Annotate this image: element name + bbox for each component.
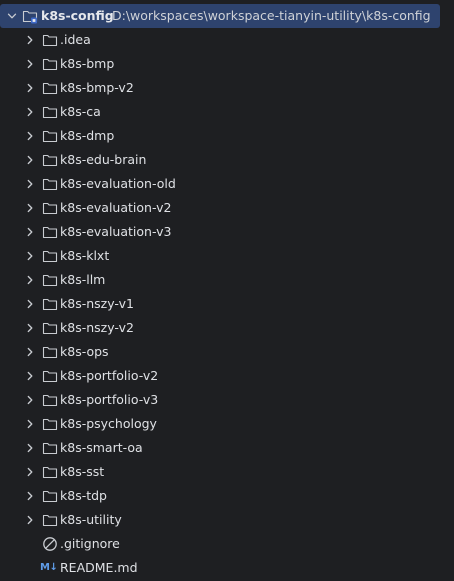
folder-label: k8s-evaluation-v2 — [60, 200, 172, 215]
folder-label: .idea — [60, 32, 91, 47]
tree-folder-row[interactable]: k8s-sst — [0, 460, 454, 484]
chevron-right-icon[interactable] — [24, 346, 36, 358]
folder-icon — [42, 464, 58, 480]
tree-folder-row[interactable]: k8s-evaluation-v2 — [0, 196, 454, 220]
folder-label: k8s-utility — [60, 512, 122, 527]
folder-label: k8s-nszy-v2 — [60, 320, 134, 335]
folder-label: k8s-tdp — [60, 488, 107, 503]
file-label: .gitignore — [60, 536, 120, 551]
tree-folder-row[interactable]: k8s-bmp-v2 — [0, 76, 454, 100]
chevron-right-icon[interactable] — [24, 370, 36, 382]
folder-icon — [42, 320, 58, 336]
chevron-right-icon[interactable] — [24, 34, 36, 46]
file-label: README.md — [60, 560, 138, 575]
tree-folder-row[interactable]: k8s-evaluation-v3 — [0, 220, 454, 244]
chevron-right-icon[interactable] — [24, 466, 36, 478]
tree-folder-row[interactable]: k8s-nszy-v1 — [0, 292, 454, 316]
folder-label: k8s-dmp — [60, 128, 115, 143]
folder-label: k8s-llm — [60, 272, 106, 287]
tree-folder-row[interactable]: k8s-klxt — [0, 244, 454, 268]
project-tree: k8s-config D:\workspaces\workspace-tiany… — [0, 0, 454, 581]
folder-label: k8s-smart-oa — [60, 440, 143, 455]
tree-folder-row[interactable]: k8s-tdp — [0, 484, 454, 508]
chevron-down-icon[interactable] — [6, 10, 18, 22]
chevron-right-icon[interactable] — [24, 490, 36, 502]
tree-folder-row[interactable]: k8s-portfolio-v2 — [0, 364, 454, 388]
tree-folder-row[interactable]: k8s-bmp — [0, 52, 454, 76]
chevron-right-icon[interactable] — [24, 298, 36, 310]
chevron-right-icon[interactable] — [24, 106, 36, 118]
folder-label: k8s-nszy-v1 — [60, 296, 134, 311]
tree-file-gitignore[interactable]: .gitignore — [0, 532, 454, 556]
folder-label: k8s-ops — [60, 344, 109, 359]
folder-label: k8s-psychology — [60, 416, 157, 431]
folder-icon — [42, 368, 58, 384]
folder-icon — [42, 200, 58, 216]
chevron-right-icon[interactable] — [24, 442, 36, 454]
folder-icon — [42, 344, 58, 360]
folder-label: k8s-bmp — [60, 56, 115, 71]
chevron-right-icon[interactable] — [24, 514, 36, 526]
chevron-right-icon[interactable] — [24, 202, 36, 214]
tree-folder-row[interactable]: k8s-dmp — [0, 124, 454, 148]
markdown-icon: M↓ — [40, 562, 58, 573]
tree-folder-row[interactable]: k8s-portfolio-v3 — [0, 388, 454, 412]
folder-icon — [42, 56, 58, 72]
tree-root-row[interactable]: k8s-config D:\workspaces\workspace-tiany… — [0, 4, 440, 28]
folder-icon — [42, 272, 58, 288]
folder-icon — [42, 104, 58, 120]
chevron-right-icon[interactable] — [24, 178, 36, 190]
chevron-right-icon[interactable] — [24, 82, 36, 94]
folder-icon — [42, 152, 58, 168]
tree-folder-row[interactable]: k8s-nszy-v2 — [0, 316, 454, 340]
folder-label: k8s-edu-brain — [60, 152, 147, 167]
folder-label: k8s-bmp-v2 — [60, 80, 134, 95]
folder-label: k8s-ca — [60, 104, 101, 119]
folder-icon — [42, 248, 58, 264]
folder-label: k8s-portfolio-v2 — [60, 368, 159, 383]
chevron-right-icon[interactable] — [24, 394, 36, 406]
folder-label: k8s-portfolio-v3 — [60, 392, 159, 407]
folder-label: k8s-evaluation-old — [60, 176, 176, 191]
tree-folder-row[interactable]: k8s-smart-oa — [0, 436, 454, 460]
folder-label: k8s-evaluation-v3 — [60, 224, 172, 239]
folder-label: k8s-klxt — [60, 248, 110, 263]
tree-file-readme[interactable]: M↓ README.md — [0, 556, 454, 580]
chevron-right-icon[interactable] — [24, 226, 36, 238]
folder-icon — [42, 296, 58, 312]
ignored-file-icon — [42, 536, 58, 552]
chevron-right-icon[interactable] — [24, 130, 36, 142]
chevron-right-icon[interactable] — [24, 58, 36, 70]
chevron-right-icon[interactable] — [24, 250, 36, 262]
folder-icon — [42, 416, 58, 432]
chevron-right-icon[interactable] — [24, 322, 36, 334]
folder-label: k8s-sst — [60, 464, 105, 479]
folder-icon — [42, 512, 58, 528]
tree-folder-row[interactable]: k8s-ca — [0, 100, 454, 124]
tree-folder-row[interactable]: k8s-utility — [0, 508, 454, 532]
folder-icon — [42, 392, 58, 408]
chevron-right-icon[interactable] — [24, 418, 36, 430]
folder-icon — [42, 176, 58, 192]
chevron-right-icon[interactable] — [24, 274, 36, 286]
folder-icon — [42, 80, 58, 96]
folder-icon — [42, 128, 58, 144]
tree-folder-row[interactable]: .idea — [0, 28, 454, 52]
tree-folder-row[interactable]: k8s-edu-brain — [0, 148, 454, 172]
folder-icon — [42, 224, 58, 240]
chevron-right-icon[interactable] — [24, 154, 36, 166]
folder-module-icon — [22, 8, 38, 24]
tree-folder-row[interactable]: k8s-ops — [0, 340, 454, 364]
folder-icon — [42, 32, 58, 48]
tree-folder-row[interactable]: k8s-llm — [0, 268, 454, 292]
folder-icon — [42, 440, 58, 456]
root-folder-name: k8s-config — [41, 8, 114, 23]
root-folder-path: D:\workspaces\workspace-tianyin-utility\… — [112, 8, 431, 23]
tree-folder-row[interactable]: k8s-evaluation-old — [0, 172, 454, 196]
folder-icon — [42, 488, 58, 504]
tree-folder-row[interactable]: k8s-psychology — [0, 412, 454, 436]
